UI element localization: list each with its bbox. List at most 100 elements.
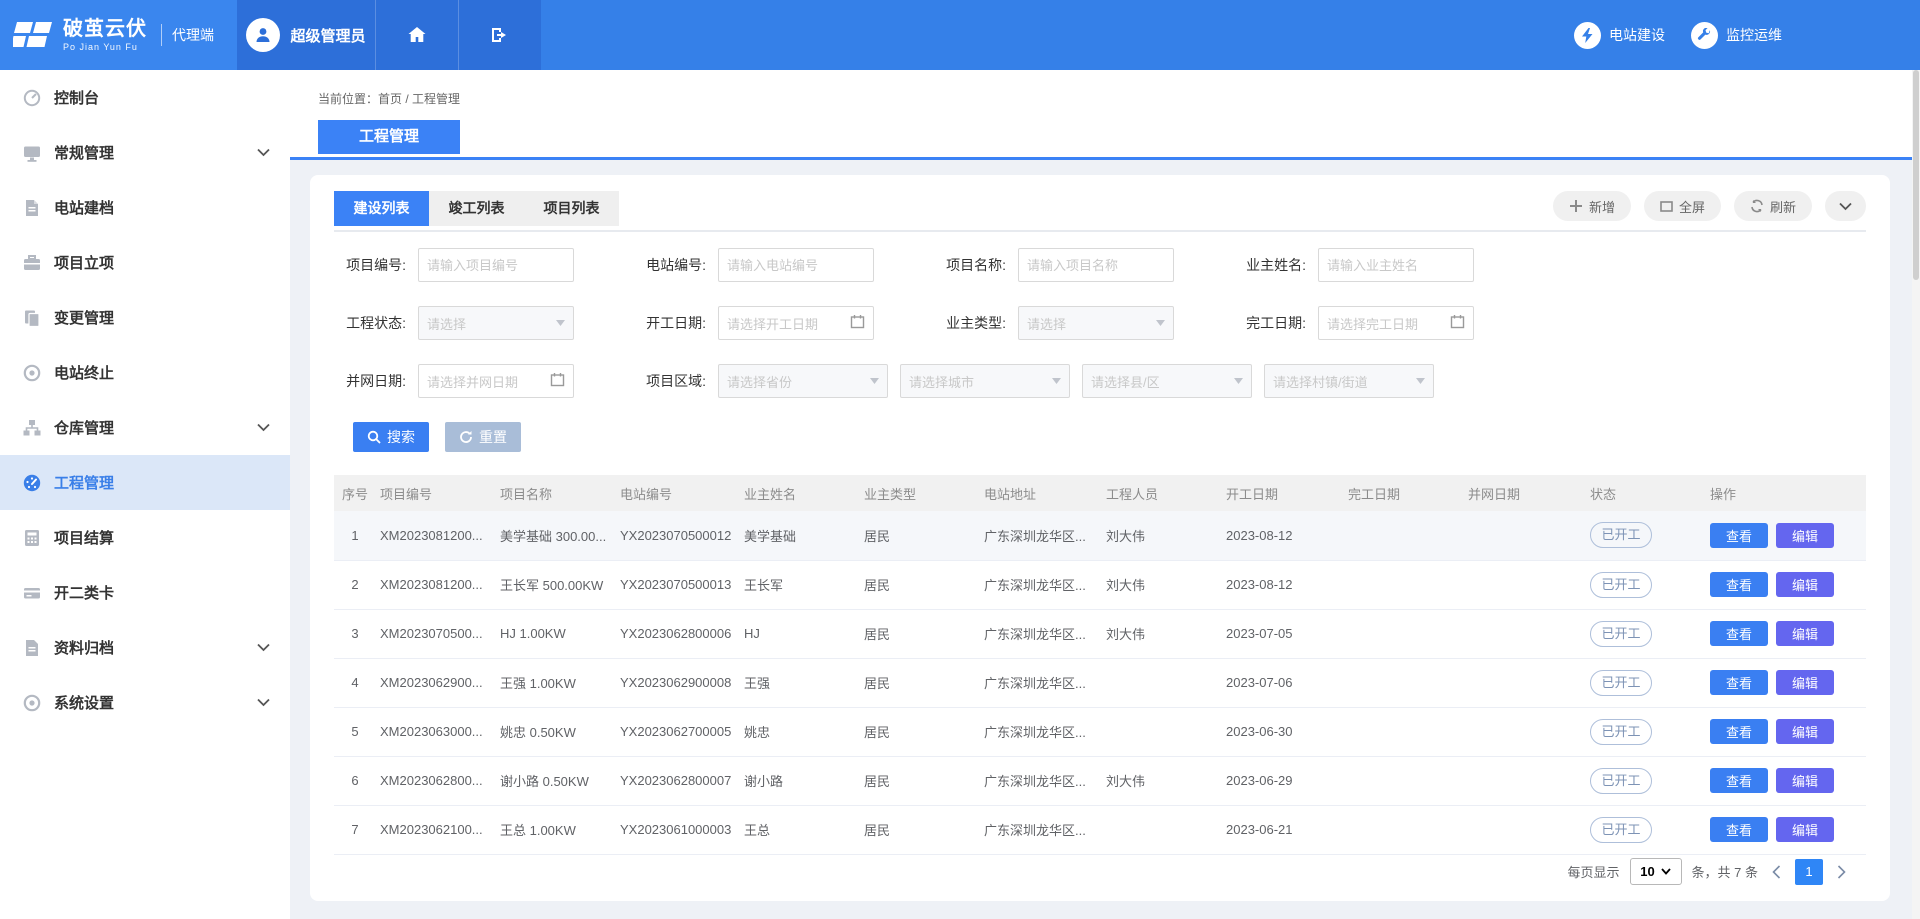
fullscreen-button[interactable]: 全屏	[1644, 191, 1721, 221]
collapse-button[interactable]	[1825, 191, 1866, 221]
sidebar-item-8[interactable]: 工程管理	[0, 455, 290, 510]
search-button[interactable]: 搜索	[353, 422, 429, 452]
cell-station_no: YX2023061000003	[616, 805, 740, 854]
tab-3[interactable]: 项目列表	[524, 191, 619, 226]
portal-label: 代理端	[172, 25, 214, 45]
select-placeholder: 请选择	[427, 314, 466, 333]
sidebar-item-2[interactable]: 常规管理	[0, 125, 290, 180]
sidebar-item-label: 工程管理	[54, 472, 270, 493]
scrollbar[interactable]	[1912, 70, 1920, 919]
sidebar-item-label: 变更管理	[54, 307, 270, 328]
edit-button[interactable]: 编辑	[1776, 572, 1834, 597]
region-select: 请选择村镇/街道	[1264, 364, 1434, 398]
cell-address: 广东深圳龙华区...	[980, 560, 1102, 609]
home-button[interactable]	[375, 0, 458, 70]
view-button[interactable]: 查看	[1710, 523, 1768, 548]
edit-button[interactable]: 编辑	[1776, 621, 1834, 646]
cell-project_name: 王总 1.00KW	[496, 805, 616, 854]
sidebar-item-label: 开二类卡	[54, 582, 270, 603]
breadcrumb-label: 当前位置：	[318, 92, 378, 106]
breadcrumb-path[interactable]: 首页 / 工程管理	[378, 92, 460, 106]
edit-button[interactable]: 编辑	[1776, 817, 1834, 842]
status-badge: 已开工	[1590, 670, 1652, 696]
view-button[interactable]: 查看	[1710, 817, 1768, 842]
sidebar-item-9[interactable]: 项目结算	[0, 510, 290, 565]
cell-address: 广东深圳龙华区...	[980, 511, 1102, 560]
sidebar-item-7[interactable]: 仓库管理	[0, 400, 290, 455]
pagination: 每页显示 10 条，共 7 条 1	[1568, 858, 1850, 885]
region-select: 请选择县/区	[1082, 364, 1252, 398]
user-name: 超级管理员	[290, 25, 365, 46]
reset-button[interactable]: 重置	[445, 422, 521, 452]
sidebar-item-11[interactable]: 资料归档	[0, 620, 290, 675]
refresh-button[interactable]: 刷新	[1734, 191, 1812, 221]
cell-owner: 美学基础	[740, 511, 860, 560]
sidebar-item-5[interactable]: 变更管理	[0, 290, 290, 345]
sidebar-item-label: 仓库管理	[54, 417, 257, 438]
text-input[interactable]	[1318, 248, 1474, 282]
main-content: 当前位置：首页 / 工程管理 工程管理 建设列表竣工列表项目列表 新增 全屏	[290, 70, 1920, 919]
date-input[interactable]: 请选择完工日期	[1318, 306, 1474, 340]
cell-finish_date	[1344, 560, 1464, 609]
cell-project_name: 美学基础 300.00...	[496, 511, 616, 560]
select-input[interactable]: 请选择县/区	[1082, 364, 1252, 398]
filter-field: 业主姓名:	[1234, 248, 1474, 282]
text-input[interactable]	[1018, 248, 1174, 282]
select-input[interactable]: 请选择省份	[718, 364, 888, 398]
nav-monitor-ops[interactable]: 监控运维	[1691, 0, 1782, 70]
view-button[interactable]: 查看	[1710, 572, 1768, 597]
cell-grid_date	[1464, 707, 1586, 756]
edit-button[interactable]: 编辑	[1776, 768, 1834, 793]
logout-button[interactable]	[458, 0, 541, 70]
tab-1[interactable]: 建设列表	[334, 191, 429, 226]
view-button[interactable]: 查看	[1710, 768, 1768, 793]
edit-button[interactable]: 编辑	[1776, 523, 1834, 548]
page-number-button[interactable]: 1	[1795, 859, 1823, 885]
sidebar-item-3[interactable]: 电站建档	[0, 180, 290, 235]
cell-engineer	[1102, 658, 1222, 707]
text-input[interactable]	[718, 248, 874, 282]
select-input[interactable]: 请选择	[418, 306, 574, 340]
sidebar-item-label: 控制台	[54, 87, 270, 108]
date-input[interactable]: 请选择并网日期	[418, 364, 574, 398]
next-page-button[interactable]	[1833, 865, 1850, 879]
cell-address: 广东深圳龙华区...	[980, 609, 1102, 658]
target-icon	[20, 361, 44, 385]
tab-2[interactable]: 竣工列表	[429, 191, 524, 226]
nav-station-build[interactable]: 电站建设	[1574, 0, 1665, 70]
sidebar-item-12[interactable]: 系统设置	[0, 675, 290, 730]
prev-page-button[interactable]	[1768, 865, 1785, 879]
cell-grid_date	[1464, 658, 1586, 707]
page-tab[interactable]: 工程管理	[318, 120, 460, 154]
user-menu[interactable]: 超级管理员	[237, 0, 375, 70]
text-input[interactable]	[418, 248, 574, 282]
sidebar-item-1[interactable]: 控制台	[0, 70, 290, 125]
view-button[interactable]: 查看	[1710, 719, 1768, 744]
sidebar-item-4[interactable]: 项目立项	[0, 235, 290, 290]
edit-button[interactable]: 编辑	[1776, 670, 1834, 695]
sidebar-item-10[interactable]: 开二类卡	[0, 565, 290, 620]
cell-station_no: YX2023062900008	[616, 658, 740, 707]
sitemap-icon	[20, 416, 44, 440]
view-button[interactable]: 查看	[1710, 670, 1768, 695]
view-button[interactable]: 查看	[1710, 621, 1768, 646]
cell-station_no: YX2023062800006	[616, 609, 740, 658]
table-row-7: 7XM2023062100...王总 1.00KWYX2023061000003…	[334, 805, 1866, 854]
date-input[interactable]: 请选择开工日期	[718, 306, 874, 340]
cell-engineer: 刘大伟	[1102, 756, 1222, 805]
select-input[interactable]: 请选择	[1018, 306, 1174, 340]
status-badge: 已开工	[1590, 621, 1652, 647]
filter-label: 业主类型:	[934, 313, 1006, 333]
column-header: 状态	[1586, 475, 1706, 511]
select-placeholder: 请选择县/区	[1091, 372, 1160, 391]
select-input[interactable]: 请选择村镇/街道	[1264, 364, 1434, 398]
add-button[interactable]: 新增	[1553, 191, 1631, 221]
sidebar-item-6[interactable]: 电站终止	[0, 345, 290, 400]
cell-no: 1	[334, 511, 376, 560]
page-size-select[interactable]: 10	[1630, 858, 1682, 885]
select-input[interactable]: 请选择城市	[900, 364, 1070, 398]
cell-status: 已开工	[1586, 756, 1706, 805]
scrollbar-thumb[interactable]	[1913, 70, 1919, 280]
edit-button[interactable]: 编辑	[1776, 719, 1834, 744]
cell-owner_type: 居民	[860, 756, 980, 805]
